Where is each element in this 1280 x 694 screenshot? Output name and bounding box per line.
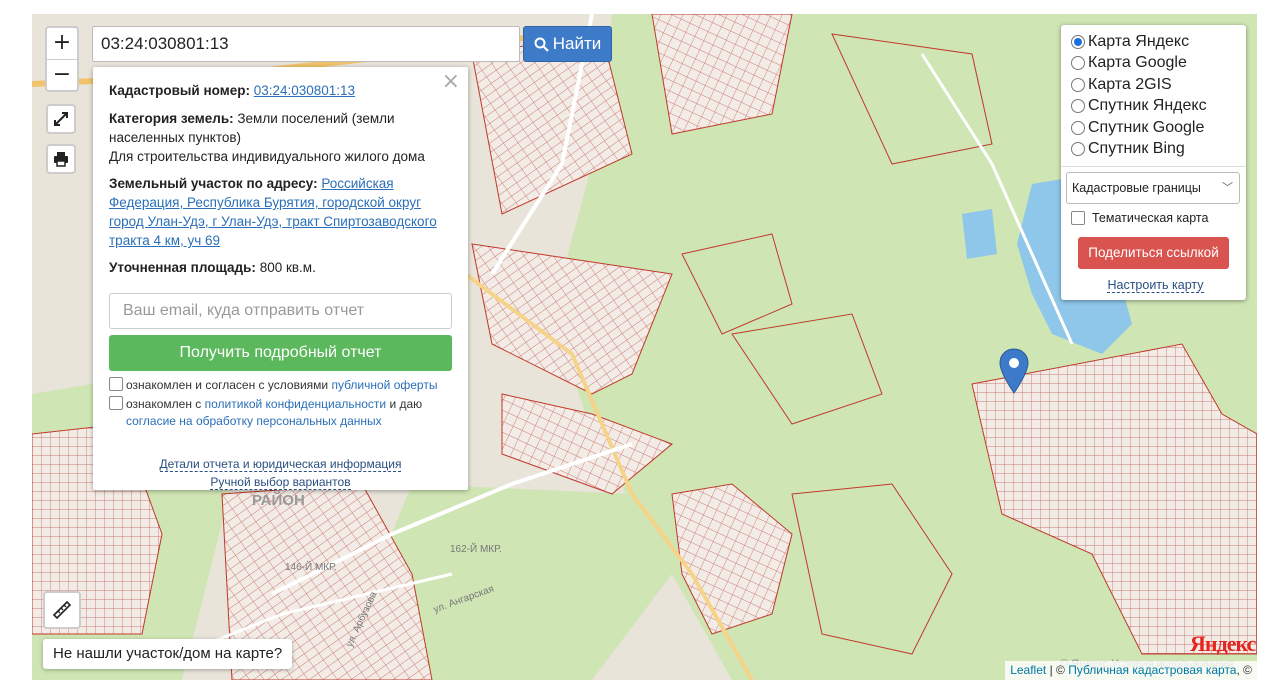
area-value: 800 кв.м. <box>259 260 316 275</box>
privacy-checkbox[interactable] <box>109 396 123 410</box>
close-icon[interactable]: × <box>442 71 460 93</box>
layers-panel: Карта Яндекс Карта Google Карта 2GIS Спутни… <box>1061 25 1246 300</box>
map-attribution: Leaflet | © Публичная кадастровая карта,… <box>1005 661 1257 680</box>
layer-option-label: Карта 2GIS <box>1088 75 1172 93</box>
setup-map-link[interactable]: Настроить карту <box>1107 278 1204 293</box>
privacy-text: ознакомлен с <box>126 397 202 411</box>
layer-option-label: Карта Google <box>1088 54 1187 72</box>
map-label-mkr146: 146-Й МКР. <box>285 562 337 573</box>
details-link[interactable]: Детали отчета и юридическая информация <box>159 457 402 472</box>
privacy-link[interactable]: политикой конфиденциальности <box>205 397 386 411</box>
cadastral-number-link[interactable]: 03:24:030801:13 <box>254 83 355 98</box>
attribution-tail: , © <box>1236 663 1252 677</box>
layer-option-label: Карта Яндекс <box>1088 32 1190 50</box>
zoom-out-button[interactable]: − <box>47 59 77 90</box>
layer-option-label: Спутник Яндекс <box>1088 97 1207 115</box>
consent-link[interactable]: согласие на обработку персональных данны… <box>126 414 382 428</box>
get-report-button[interactable]: Получить подробный отчет <box>109 335 452 371</box>
zoom-in-button[interactable]: + <box>47 28 77 59</box>
popup-footer-links: Детали отчета и юридическая информация Р… <box>109 455 452 491</box>
pkk-link[interactable]: Публичная кадастровая карта <box>1068 663 1236 677</box>
fullscreen-button[interactable] <box>46 104 76 134</box>
layer-radio[interactable] <box>1071 120 1085 135</box>
ruler-icon <box>52 600 72 620</box>
share-link-button[interactable]: Поделиться ссылкой <box>1078 237 1229 269</box>
search-button-label: Найти <box>552 34 602 53</box>
thematic-map-row[interactable]: Тематическая карта <box>1071 211 1240 225</box>
offer-checkbox[interactable] <box>109 377 123 391</box>
overlay-select[interactable]: Кадастровые границы ﹀ <box>1066 172 1240 204</box>
address-label: Земельный участок по адресу: <box>109 176 318 191</box>
search-button[interactable]: Найти <box>523 26 612 62</box>
layer-radio[interactable] <box>1071 77 1085 92</box>
print-button[interactable] <box>46 144 76 174</box>
thematic-label: Тематическая карта <box>1092 211 1209 225</box>
offer-link[interactable]: публичной оферты <box>331 378 437 392</box>
attribution-sep: | © <box>1046 663 1069 677</box>
search-icon <box>534 37 549 52</box>
privacy-agreement-row: ознакомлен с политикой конфиденциальност… <box>109 396 452 430</box>
layer-option[interactable]: Спутник Яндекс <box>1071 96 1240 118</box>
layer-option[interactable]: Спутник Bing <box>1071 139 1240 161</box>
offer-agreement-row: ознакомлен и согласен с условиями публич… <box>109 377 452 394</box>
ruler-button[interactable] <box>43 591 81 629</box>
layer-radio[interactable] <box>1071 34 1085 49</box>
leaflet-link[interactable]: Leaflet <box>1010 663 1046 677</box>
manual-select-link[interactable]: Ручной выбор вариантов <box>210 475 351 490</box>
map-label-district: РАЙОН <box>252 492 305 509</box>
layer-option[interactable]: Карта Google <box>1071 53 1240 75</box>
layer-radio[interactable] <box>1071 99 1085 114</box>
search-input[interactable]: 03:24:030801:13 <box>92 26 520 62</box>
not-found-button[interactable]: Не нашли участок/дом на карте? <box>43 639 293 669</box>
overlay-select-value: Кадастровые границы <box>1072 181 1201 195</box>
layer-radio[interactable] <box>1071 142 1085 157</box>
printer-icon <box>54 152 68 167</box>
layer-option-label: Спутник Bing <box>1088 140 1185 158</box>
offer-text: ознакомлен и согласен с условиями <box>126 378 329 392</box>
parcel-info-popup: × Кадастровый номер: 03:24:030801:13 Кат… <box>93 67 468 490</box>
yandex-logo: Яндекс <box>1190 631 1256 656</box>
layer-option[interactable]: Карта 2GIS <box>1071 74 1240 96</box>
chevron-down-icon: ﹀ <box>1222 182 1233 194</box>
email-field[interactable]: Ваш email, куда отправить отчет <box>109 293 452 329</box>
category-label: Категория земель: <box>109 111 234 126</box>
base-layer-list: Карта Яндекс Карта Google Карта 2GIS Спутни… <box>1071 31 1240 160</box>
zoom-control: + − <box>45 26 79 92</box>
layer-radio[interactable] <box>1071 56 1085 71</box>
purpose-value: Для строительства индивидуального жилого… <box>109 149 425 164</box>
location-marker-icon[interactable] <box>999 348 1029 399</box>
layer-option-label: Спутник Google <box>1088 118 1205 136</box>
privacy-text-2: и даю <box>389 397 423 411</box>
map-viewport[interactable]: РАЙОН 146-Й МКР. 162-Й МКР. ул. Ангарска… <box>32 14 1257 680</box>
layer-option[interactable]: Карта Яндекс <box>1071 31 1240 53</box>
cadastral-label: Кадастровый номер: <box>109 83 250 98</box>
map-label-mkr162: 162-Й МКР. <box>450 544 502 555</box>
expand-icon <box>54 112 68 126</box>
layer-option[interactable]: Спутник Google <box>1071 117 1240 139</box>
thematic-checkbox[interactable] <box>1071 211 1085 225</box>
area-label: Уточненная площадь: <box>109 260 256 275</box>
